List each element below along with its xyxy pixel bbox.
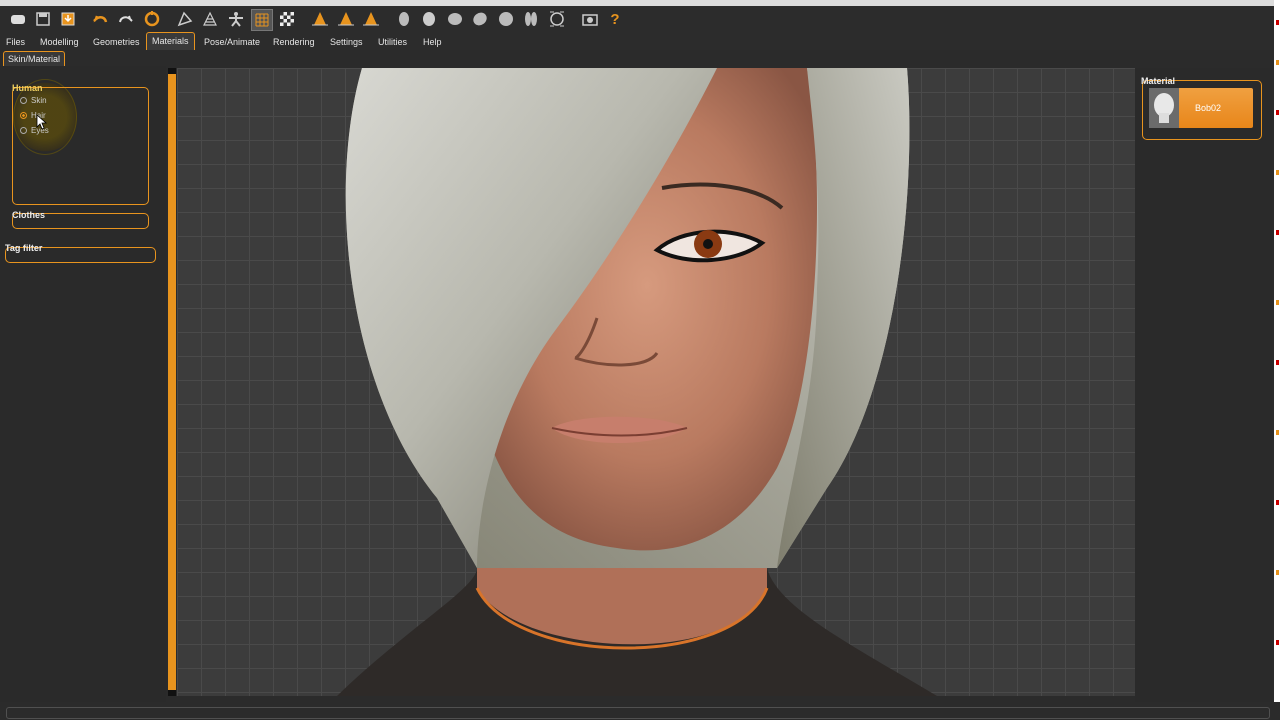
window-edge-strip	[1274, 0, 1280, 720]
side-view-icon[interactable]	[336, 9, 356, 29]
right-panel: Material Bob02	[1135, 68, 1272, 702]
vertical-slider[interactable]	[168, 68, 176, 696]
hair-thumbnail-icon	[1149, 88, 1179, 128]
radio-dot-icon	[20, 112, 27, 119]
tab-help[interactable]: Help	[423, 35, 442, 49]
material-title: Material	[1141, 76, 1176, 86]
smooth-icon[interactable]	[175, 9, 195, 29]
slider-bottom-cap	[168, 690, 176, 696]
tab-materials[interactable]: Materials	[146, 32, 195, 50]
head-view-icon[interactable]	[394, 9, 414, 29]
human-model	[337, 68, 937, 696]
radio-skin-label: Skin	[31, 96, 47, 105]
save-icon[interactable]	[33, 9, 53, 29]
3d-viewport[interactable]	[177, 68, 1135, 696]
camera-icon[interactable]	[547, 9, 567, 29]
screenshot-icon[interactable]	[580, 9, 600, 29]
clothes-group-title: Clothes	[12, 210, 46, 220]
left-panel: Human Skin Hair Eyes Clothes Tag filter	[0, 66, 166, 702]
tab-skin-material[interactable]: Skin/Material	[3, 51, 66, 66]
material-item-label: Bob02	[1195, 103, 1222, 113]
front-view-icon[interactable]	[310, 9, 330, 29]
tab-geometries[interactable]: Geometries	[93, 35, 140, 49]
reset-view-icon[interactable]	[470, 9, 490, 29]
radio-skin[interactable]: Skin	[20, 96, 47, 105]
human-group-title: Human	[12, 83, 43, 93]
tag-filter-title: Tag filter	[5, 243, 43, 253]
tab-pose-animate[interactable]: Pose/Animate	[204, 35, 260, 49]
body-view-icon[interactable]	[419, 9, 439, 29]
tab-rendering[interactable]: Rendering	[273, 35, 315, 49]
sub-tab-bar: Skin/Material	[0, 50, 1280, 66]
slider-top-cap	[168, 68, 176, 74]
checker-icon[interactable]	[277, 9, 297, 29]
symmetry-icon[interactable]	[496, 9, 516, 29]
reset-icon[interactable]	[142, 9, 162, 29]
radio-dot-icon	[20, 127, 27, 134]
tab-files[interactable]: Files	[6, 35, 25, 49]
pose-icon[interactable]	[226, 9, 246, 29]
toolbar: ?	[0, 6, 1280, 32]
radio-dot-icon	[20, 97, 27, 104]
material-item-bob02[interactable]: Bob02	[1149, 88, 1253, 128]
top-view-icon[interactable]	[361, 9, 381, 29]
new-file-icon[interactable]	[8, 9, 28, 29]
tab-settings[interactable]: Settings	[330, 35, 363, 49]
grid-icon[interactable]	[251, 9, 273, 31]
frame-icon[interactable]	[521, 9, 541, 29]
undo-icon[interactable]	[90, 9, 110, 29]
menu-bar: Files Modelling Geometries Materials Pos…	[0, 32, 1280, 50]
tab-utilities[interactable]: Utilities	[378, 35, 407, 49]
wireframe-icon[interactable]	[200, 9, 220, 29]
mouse-cursor-icon	[36, 114, 48, 130]
rotate-view-icon[interactable]	[445, 9, 465, 29]
redo-icon[interactable]	[116, 9, 136, 29]
export-icon[interactable]	[58, 9, 78, 29]
status-bar	[0, 702, 1280, 720]
tab-modelling[interactable]: Modelling	[40, 35, 79, 49]
help-icon[interactable]: ?	[605, 9, 625, 29]
status-field	[6, 707, 1270, 719]
